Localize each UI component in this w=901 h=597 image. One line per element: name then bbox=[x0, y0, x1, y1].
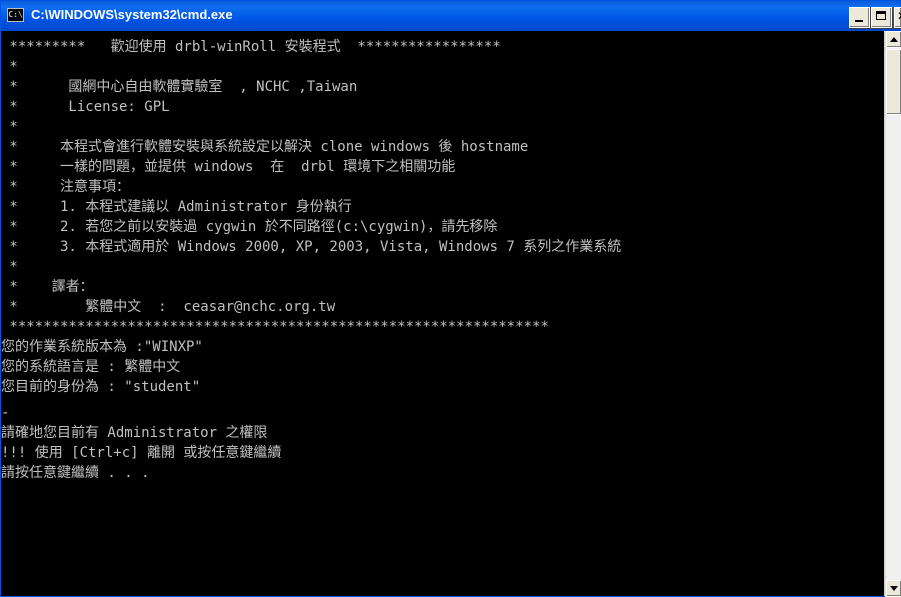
console-line: * 2. 若您之前以安裝過 cygwin 於不同路徑(c:\cygwin)，請先… bbox=[1, 219, 498, 235]
console-line: * License: GPL bbox=[1, 99, 170, 115]
console-line: * 1. 本程式建議以 Administrator 身份執行 bbox=[1, 199, 352, 215]
console-line: * 3. 本程式適用於 Windows 2000, XP, 2003, Vist… bbox=[1, 239, 622, 255]
console-line: * bbox=[1, 59, 18, 75]
console-line: * 國網中心自由軟體實驗室 , NCHC ,Taiwan bbox=[1, 79, 358, 95]
console-line: * 本程式會進行軟體安裝與系統設定以解決 clone windows 後 hos… bbox=[1, 139, 529, 155]
cmd-console-icon[interactable]: C:\ bbox=[7, 8, 24, 22]
console-line: - bbox=[1, 405, 10, 421]
close-button[interactable] bbox=[894, 7, 901, 28]
console-line: 您目前的身份為 : "student" bbox=[1, 379, 201, 395]
console-line: * bbox=[1, 259, 18, 275]
cmd-window: C:\ C:\WINDOWS\system32\cmd.exe ********… bbox=[0, 0, 901, 597]
title-bar[interactable]: C:\ C:\WINDOWS\system32\cmd.exe bbox=[1, 1, 901, 31]
console-line: * 注意事項： bbox=[1, 179, 131, 195]
console-line: 請確地您目前有 Administrator 之權限 bbox=[1, 425, 268, 441]
scrollbar-thumb[interactable] bbox=[886, 49, 901, 115]
maximize-button[interactable] bbox=[871, 7, 892, 28]
minimize-button[interactable] bbox=[849, 7, 870, 28]
console-line: ********* 歡迎使用 drbl-winRoll 安裝程式 *******… bbox=[1, 39, 501, 55]
console-line: 您的系統語言是 : 繁體中文 bbox=[1, 359, 181, 375]
console-line: * bbox=[1, 119, 18, 135]
console-line: * 一樣的問題，並提供 windows 在 drbl 環境下之相關功能 bbox=[1, 159, 456, 175]
window-title: C:\WINDOWS\system32\cmd.exe bbox=[31, 7, 233, 22]
console-line: ****************************************… bbox=[1, 319, 549, 335]
console-line: !!! 使用 [Ctrl+c] 離開 或按任意鍵繼續 bbox=[1, 445, 282, 461]
console-line: * 譯者： bbox=[1, 279, 94, 295]
console-line: 請按任意鍵繼續 . . . bbox=[1, 465, 150, 481]
console-line: * 繁體中文 : ceasar@nchc.org.tw bbox=[1, 299, 336, 315]
vertical-scrollbar[interactable] bbox=[885, 31, 901, 597]
scroll-down-button[interactable] bbox=[886, 580, 901, 597]
scroll-up-button[interactable] bbox=[886, 31, 901, 48]
console-output[interactable]: ********* 歡迎使用 drbl-winRoll 安裝程式 *******… bbox=[1, 31, 884, 596]
console-line: 您的作業系統版本為 :"WINXP" bbox=[1, 339, 203, 355]
